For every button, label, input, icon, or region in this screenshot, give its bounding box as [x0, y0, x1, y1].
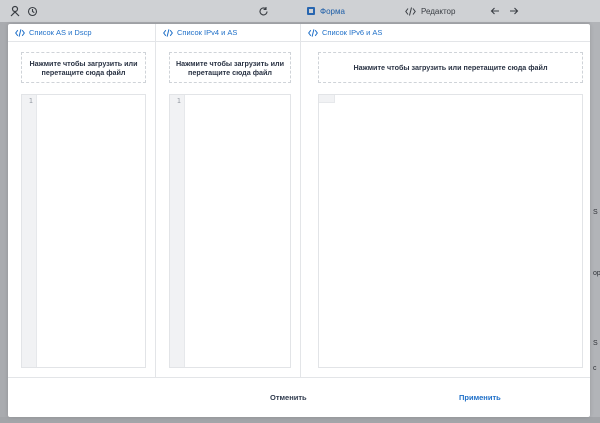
- file-dropzone[interactable]: Нажмите чтобы загрузить или перетащите с…: [21, 52, 146, 83]
- import-lists-modal: Список AS и Dscp Нажмите чтобы загрузить…: [8, 24, 590, 417]
- apply-button[interactable]: Применить: [459, 390, 501, 404]
- background-text-fragment: ор: [593, 270, 600, 277]
- refresh-icon[interactable]: [258, 4, 269, 18]
- file-dropzone[interactable]: Нажмите чтобы загрузить или перетащите с…: [318, 52, 583, 83]
- code-icon: [163, 28, 173, 37]
- ipv4-as-column: Список IPv4 и AS Нажмите чтобы загрузить…: [156, 24, 301, 377]
- tab-form[interactable]: Форма: [307, 4, 345, 18]
- as-dscp-column: Список AS и Dscp Нажмите чтобы загрузить…: [8, 24, 156, 377]
- forward-arrow-icon[interactable]: [509, 4, 519, 18]
- background-bottom-strip: [0, 417, 600, 423]
- line-gutter: [319, 95, 335, 103]
- code-editor[interactable]: [318, 94, 583, 368]
- column-title: Список IPv4 и AS: [177, 28, 238, 37]
- code-editor[interactable]: 1: [169, 94, 291, 368]
- file-dropzone[interactable]: Нажмите чтобы загрузить или перетащите с…: [169, 52, 291, 83]
- column-header: Список IPv4 и AS: [156, 24, 300, 42]
- history-icon[interactable]: [27, 4, 38, 18]
- background-text-fragment: S: [593, 209, 598, 216]
- back-arrow-icon[interactable]: [490, 4, 500, 18]
- background-text-fragment: S: [593, 340, 598, 347]
- tab-editor-label: Редактор: [421, 6, 456, 16]
- line-number: 1: [176, 97, 181, 105]
- tab-form-label: Форма: [320, 6, 345, 16]
- ipv6-as-column: Список IPv6 и AS Нажмите чтобы загрузить…: [301, 24, 590, 377]
- code-icon: [308, 28, 318, 37]
- cancel-button[interactable]: Отменить: [270, 390, 307, 404]
- line-gutter: 1: [22, 95, 37, 367]
- code-icon: [405, 6, 416, 16]
- code-editor[interactable]: 1: [21, 94, 146, 368]
- column-header: Список AS и Dscp: [8, 24, 155, 42]
- background-right-panel: [590, 22, 600, 423]
- network-icon[interactable]: [9, 4, 21, 18]
- line-number: 1: [28, 97, 33, 105]
- column-title: Список IPv6 и AS: [322, 28, 383, 37]
- column-title: Список AS и Dscp: [29, 28, 92, 37]
- background-toolbar: Форма Редактор: [0, 0, 600, 22]
- line-gutter: 1: [170, 95, 185, 367]
- column-header: Список IPv6 и AS: [301, 24, 590, 42]
- background-text-fragment: с: [593, 365, 597, 372]
- modal-footer: Отменить Применить: [8, 377, 590, 417]
- tab-editor[interactable]: Редактор: [405, 4, 455, 18]
- form-icon: [307, 7, 315, 15]
- code-icon: [15, 28, 25, 37]
